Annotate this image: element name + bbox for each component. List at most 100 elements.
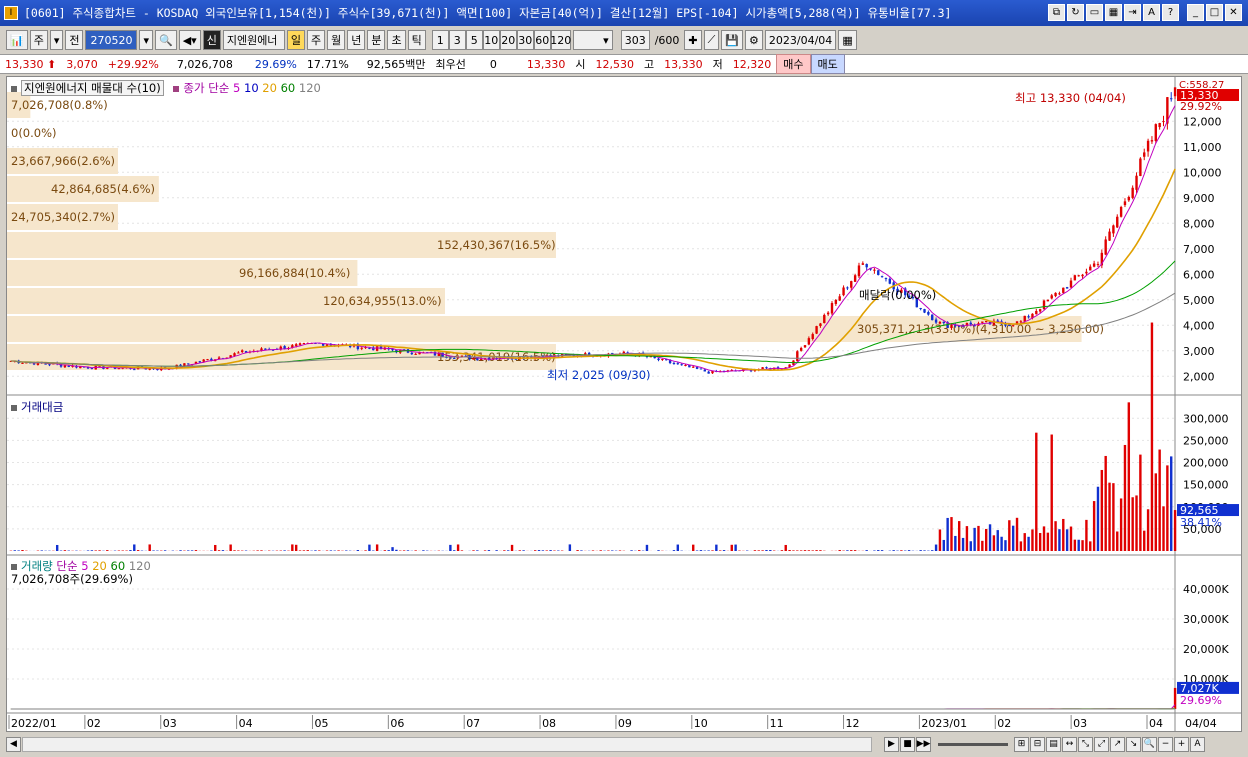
low-annotation: 최저 2,025 (09/30)	[547, 368, 651, 382]
amount-bar	[217, 550, 221, 551]
amount-bar	[942, 539, 945, 551]
amount-bar	[1031, 529, 1034, 551]
minimize-icon[interactable]: _	[1187, 4, 1204, 21]
tab-timeframe-week[interactable]: 주	[306, 30, 326, 50]
amount-bar	[1096, 486, 1100, 551]
candle-body	[206, 359, 209, 361]
interval-1[interactable]: 1	[431, 30, 449, 50]
fast-forward-icon[interactable]: ▶▶	[916, 736, 931, 752]
gear-icon[interactable]: ⚙	[745, 30, 763, 50]
amount-bar	[807, 550, 811, 551]
price-tick-label: 12,000	[1183, 115, 1222, 128]
zoom-icon[interactable]: 🔍	[1142, 736, 1157, 752]
interval-120[interactable]: 120	[550, 30, 571, 50]
chevron-down-icon[interactable]: ▾	[49, 30, 64, 50]
tab-timeframe-tick[interactable]: 틱	[407, 30, 426, 50]
tool2-icon[interactable]: ⤢	[1094, 736, 1109, 752]
tab-timeframe-month[interactable]: 월	[327, 30, 346, 50]
crosshair-icon[interactable]: ✚	[684, 30, 702, 50]
plus-icon[interactable]: +	[1174, 736, 1189, 752]
window-icon[interactable]: ▭	[1086, 4, 1103, 21]
amount-bar	[368, 544, 371, 551]
amount-bar	[136, 550, 140, 551]
interval-3[interactable]: 3	[448, 30, 466, 50]
amount-bar	[618, 550, 622, 551]
interval-5[interactable]: 5	[465, 30, 483, 50]
font-size-icon[interactable]: A	[1190, 736, 1205, 752]
chart-area[interactable]: 12,000 11,000 10,000 9,000 8,000 7,000 6,000 5,…	[6, 76, 1242, 732]
sound-icon[interactable]: ◀▾	[178, 30, 201, 50]
stock-code-input[interactable]: 270520	[85, 30, 138, 50]
buy-button[interactable]: 매수	[776, 54, 811, 74]
amount-bar	[792, 550, 795, 551]
turnover: 17.71%	[306, 57, 349, 71]
interval-30[interactable]: 30	[516, 30, 534, 50]
amount-bar	[541, 550, 545, 551]
ruler-icon[interactable]: ↔	[1062, 736, 1077, 752]
interval-10[interactable]: 10	[482, 30, 500, 50]
link-icon[interactable]: ⧉	[1048, 4, 1065, 21]
amount-bar	[522, 550, 525, 551]
amount-bar	[1054, 521, 1057, 551]
amount-bar	[329, 550, 333, 551]
scroll-left-icon[interactable]: ◀	[6, 736, 21, 752]
chart-svg[interactable]: 12,000 11,000 10,000 9,000 8,000 7,000 6,000 5,…	[7, 77, 1241, 731]
chart-type-icon[interactable]: 📊	[6, 30, 28, 50]
font-icon[interactable]: A	[1143, 4, 1160, 21]
close-icon[interactable]: ✕	[1225, 4, 1242, 21]
tool1-icon[interactable]: ⤡	[1078, 736, 1093, 752]
search-icon[interactable]: 🔍	[155, 30, 177, 50]
interval-dropdown[interactable]: ▾	[572, 30, 613, 50]
candle-body	[1073, 275, 1077, 281]
calendar-icon[interactable]: ▦	[838, 30, 857, 50]
amount-bar	[214, 544, 217, 551]
price-legend: 지엔원에너지 매물대 수(10) 종가 단순 5 10 20 60 120	[11, 80, 321, 96]
amount-bar	[1065, 529, 1069, 551]
code-dropdown-icon[interactable]: ▾	[139, 30, 154, 50]
save-icon[interactable]: ▦	[1105, 4, 1122, 21]
amount-bar	[900, 550, 903, 551]
amount-bar	[580, 550, 583, 551]
period-select[interactable]: 주	[29, 30, 48, 50]
layout-icon[interactable]: ⊞	[1014, 736, 1029, 752]
zoom-slider[interactable]	[938, 742, 1008, 746]
amount-bar	[1139, 454, 1142, 551]
amount-tick-label: 300,000	[1183, 412, 1229, 425]
candle-body	[765, 367, 768, 369]
amount-bar	[1019, 541, 1023, 551]
amount-bar	[402, 550, 406, 551]
sell-button[interactable]: 매도	[810, 54, 845, 74]
candle-body	[1170, 98, 1173, 100]
disk-icon[interactable]: 💾	[721, 30, 744, 50]
line-tool-icon[interactable]: ⟋	[703, 30, 720, 50]
layout3-icon[interactable]: ▤	[1046, 736, 1061, 752]
amount-bar	[973, 527, 976, 551]
tab-timeframe-second[interactable]: 초	[387, 30, 406, 50]
tab-timeframe-minute[interactable]: 분	[367, 30, 386, 50]
interval-20[interactable]: 20	[499, 30, 517, 50]
volume-tick-label: 20,000K	[1183, 643, 1229, 656]
candle-body	[302, 343, 306, 345]
tab-timeframe-year[interactable]: 년	[347, 30, 366, 50]
minus-icon[interactable]: −	[1158, 736, 1173, 752]
help-icon[interactable]: ?	[1162, 4, 1179, 21]
amount-bar	[715, 544, 718, 551]
prev-button[interactable]: 전	[65, 30, 84, 50]
refresh-icon[interactable]: ↻	[1067, 4, 1084, 21]
export-icon[interactable]: ⇥	[1124, 4, 1141, 21]
tab-timeframe-day[interactable]: 일	[286, 30, 305, 50]
interval-60[interactable]: 60	[533, 30, 551, 50]
layout2-icon[interactable]: ⊟	[1030, 736, 1045, 752]
horizontal-scrollbar[interactable]	[22, 736, 872, 752]
tool4-icon[interactable]: ↘	[1126, 736, 1141, 752]
tool3-icon[interactable]: ↗	[1110, 736, 1125, 752]
amount-bar	[187, 550, 190, 551]
candle-body	[923, 309, 926, 313]
candle-body	[480, 359, 483, 361]
date-input[interactable]: 2023/04/04	[764, 30, 837, 50]
maximize-icon[interactable]: □	[1206, 4, 1223, 21]
low-price: 12,320	[732, 57, 772, 71]
stop-icon[interactable]: ■	[900, 736, 915, 752]
play-icon[interactable]: ▶	[884, 736, 899, 752]
count-input[interactable]: 303	[620, 30, 650, 50]
